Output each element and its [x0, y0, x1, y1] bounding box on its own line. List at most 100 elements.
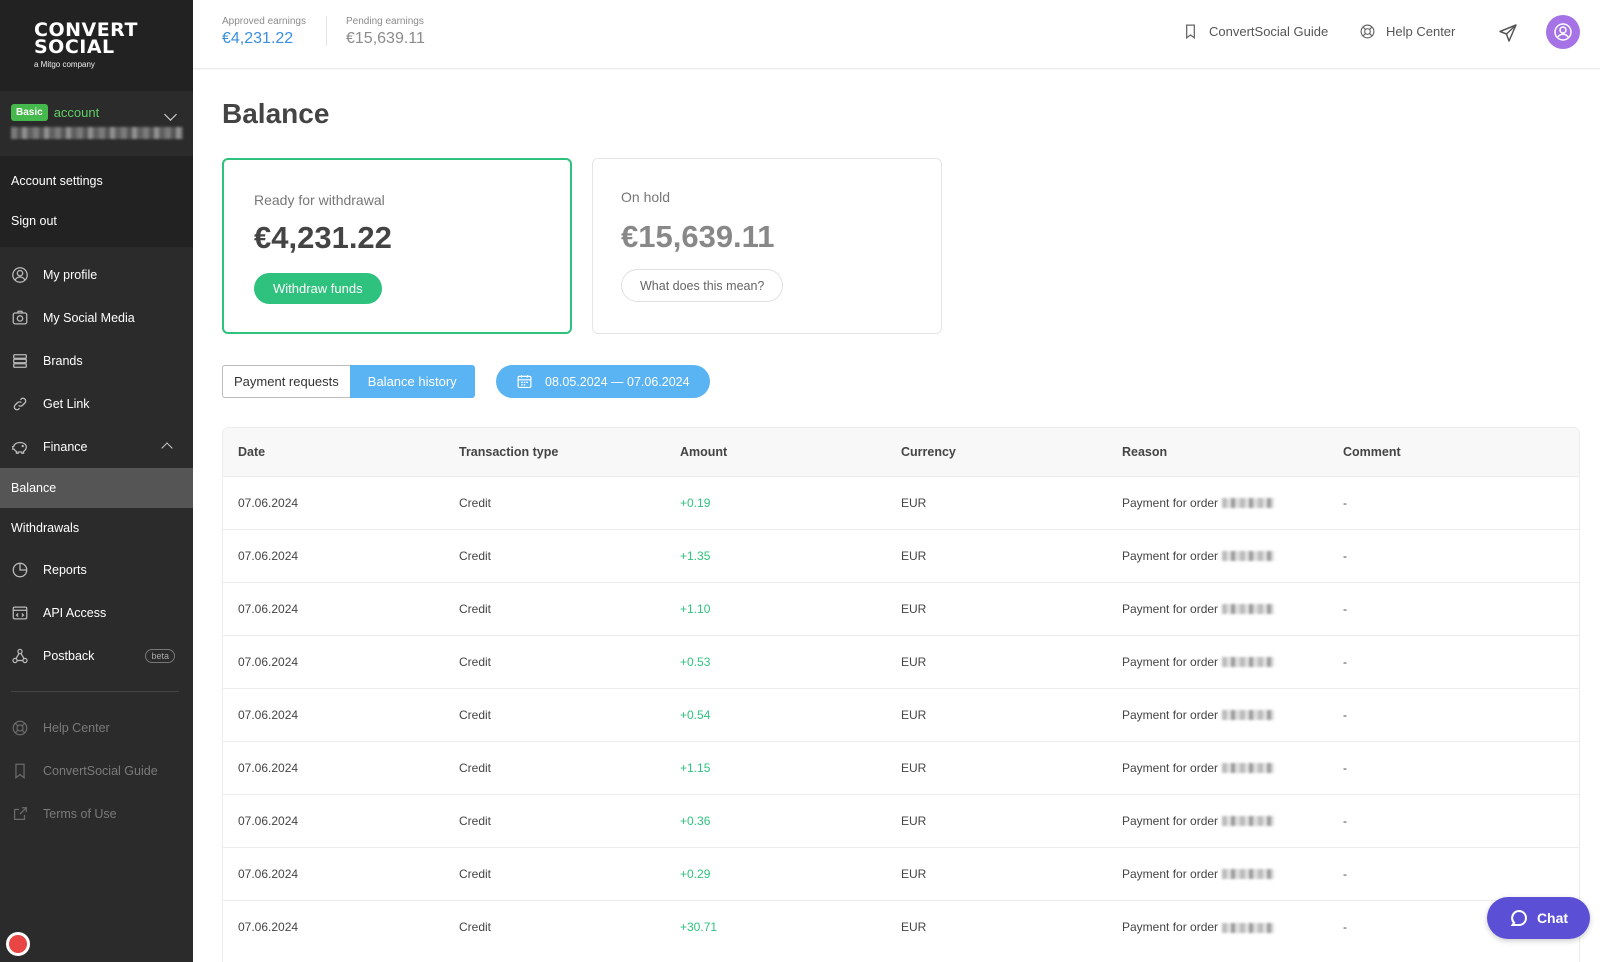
- bookmark-icon: [11, 762, 29, 780]
- nav-item-reports[interactable]: Reports: [0, 548, 193, 591]
- link-icon: [11, 395, 29, 413]
- on-hold-card: On hold €15,639.11 What does this mean?: [592, 158, 942, 334]
- cell-reason: Payment for order: [1107, 847, 1328, 900]
- chat-bubble-icon: [1510, 909, 1527, 926]
- balance-tabs: Payment requests Balance history: [222, 365, 475, 398]
- nav-item-brands[interactable]: Brands: [0, 339, 193, 382]
- nav-item-help-center[interactable]: Help Center: [0, 706, 193, 749]
- calendar-icon: [517, 375, 532, 389]
- send-icon[interactable]: [1498, 23, 1518, 43]
- user-avatar[interactable]: [1546, 15, 1580, 49]
- redacted-order-id: [1222, 657, 1275, 668]
- column-header-reason: Reason: [1122, 444, 1168, 459]
- brand-logo[interactable]: CONVERT SOCIAL a Mitgo company: [0, 0, 193, 91]
- table-row: 07.06.2024 Credit +0.53 EUR Payment for …: [223, 635, 1579, 688]
- column-header-date: Date: [238, 444, 266, 459]
- account-settings-link[interactable]: Account settings: [0, 161, 193, 201]
- status-indicator[interactable]: [6, 932, 30, 956]
- reason-text: Payment for order: [1122, 919, 1219, 934]
- reason-text: Payment for order: [1122, 601, 1219, 616]
- cell-type: Credit: [459, 919, 492, 934]
- redacted-order-id: [1222, 869, 1275, 880]
- cell-reason: Payment for order: [1107, 794, 1328, 847]
- table-row: 07.06.2024 Credit +0.19 EUR Payment for …: [223, 476, 1579, 529]
- column-header-currency: Currency: [901, 444, 956, 459]
- chat-label: Chat: [1536, 910, 1569, 926]
- nav-item-withdrawals[interactable]: Withdrawals: [0, 508, 193, 548]
- redacted-order-id: [1222, 551, 1275, 562]
- approved-earnings-value: €4,231.22: [222, 30, 294, 47]
- nav-label: My Social Media: [43, 310, 135, 325]
- cell-amount: +1.15: [680, 760, 711, 775]
- nav-label: Postback: [43, 648, 95, 663]
- cell-amount: +1.35: [680, 548, 711, 563]
- cell-date: 07.06.2024: [238, 813, 299, 828]
- help-center-link[interactable]: Help Center: [1359, 23, 1455, 40]
- nav-item-my-profile[interactable]: My profile: [0, 253, 193, 296]
- cell-date: 07.06.2024: [238, 548, 299, 563]
- redacted-order-id: [1222, 710, 1275, 721]
- cell-amount: +0.54: [680, 707, 711, 722]
- chevron-up-icon[interactable]: [161, 442, 173, 454]
- guide-link[interactable]: ConvertSocial Guide: [1182, 23, 1328, 40]
- column-header-amount: Amount: [680, 444, 728, 459]
- what-does-this-mean-button[interactable]: What does this mean?: [621, 269, 784, 302]
- cell-currency: EUR: [901, 548, 927, 563]
- nav-item-guide[interactable]: ConvertSocial Guide: [0, 749, 193, 792]
- table-header-row: Date Transaction type Amount Currency Re…: [223, 428, 1579, 476]
- nav-label: Balance: [11, 481, 57, 495]
- nav-item-terms[interactable]: Terms of Use: [0, 792, 193, 835]
- ready-label: Ready for withdrawal: [254, 192, 385, 208]
- account-label: account: [53, 105, 100, 120]
- table-row: 07.06.2024 Credit +1.35 EUR Payment for …: [223, 529, 1579, 582]
- reason-text: Payment for order: [1122, 707, 1219, 722]
- sign-out-link[interactable]: Sign out: [0, 201, 193, 241]
- external-link-icon: [11, 805, 29, 823]
- cell-amount: +0.19: [680, 495, 711, 510]
- tab-payment-requests[interactable]: Payment requests: [222, 365, 350, 398]
- date-range-picker[interactable]: 08.05.2024 — 07.06.2024: [496, 365, 710, 398]
- table-row: 07.06.2024 Credit +0.54 EUR Payment for …: [223, 688, 1579, 741]
- cell-currency: EUR: [901, 813, 927, 828]
- page-title: Balance: [222, 98, 330, 129]
- nav-label: Withdrawals: [11, 521, 80, 535]
- balance-history-table: Date Transaction type Amount Currency Re…: [222, 427, 1580, 962]
- webhook-icon: [11, 647, 29, 665]
- cell-amount: +30.71: [680, 919, 718, 934]
- cell-comment: -: [1343, 654, 1347, 669]
- nav-label: Finance: [43, 439, 88, 454]
- cell-date: 07.06.2024: [238, 866, 299, 881]
- cell-type: Credit: [459, 866, 492, 881]
- nav-label: Terms of Use: [43, 806, 117, 821]
- column-header-comment: Comment: [1343, 444, 1401, 459]
- nav-item-my-social-media[interactable]: My Social Media: [0, 296, 193, 339]
- help-center-label: Help Center: [1386, 24, 1456, 39]
- reason-text: Payment for order: [1122, 654, 1219, 669]
- redacted-order-id: [1222, 604, 1275, 615]
- cell-date: 07.06.2024: [238, 760, 299, 775]
- on-hold-label: On hold: [621, 189, 671, 205]
- cell-type: Credit: [459, 654, 492, 669]
- chat-button[interactable]: Chat: [1487, 897, 1590, 939]
- table-row: 07.06.2024 Credit +0.36 EUR Payment for …: [223, 794, 1579, 847]
- withdraw-funds-button[interactable]: Withdraw funds: [254, 273, 382, 304]
- nav-item-finance[interactable]: Finance: [0, 425, 193, 468]
- cell-currency: EUR: [901, 707, 927, 722]
- cell-type: Credit: [459, 601, 492, 616]
- top-bar: Approved earnings €4,231.22 Pending earn…: [193, 0, 1600, 69]
- nav-item-postback[interactable]: Postback beta: [0, 634, 193, 677]
- plan-badge: Basic: [11, 104, 48, 121]
- cell-comment: -: [1343, 866, 1347, 881]
- cell-currency: EUR: [901, 866, 927, 881]
- cell-amount: +0.53: [680, 654, 711, 669]
- cell-date: 07.06.2024: [238, 707, 299, 722]
- account-switcher[interactable]: Basic account: [0, 91, 193, 157]
- nav-item-balance[interactable]: Balance: [0, 468, 193, 508]
- ready-amount: €4,231.22: [254, 220, 392, 255]
- cell-type: Credit: [459, 495, 492, 510]
- nav-item-get-link[interactable]: Get Link: [0, 382, 193, 425]
- cell-date: 07.06.2024: [238, 654, 299, 669]
- tab-balance-history[interactable]: Balance history: [349, 365, 475, 398]
- cell-currency: EUR: [901, 601, 927, 616]
- nav-item-api-access[interactable]: API Access: [0, 591, 193, 634]
